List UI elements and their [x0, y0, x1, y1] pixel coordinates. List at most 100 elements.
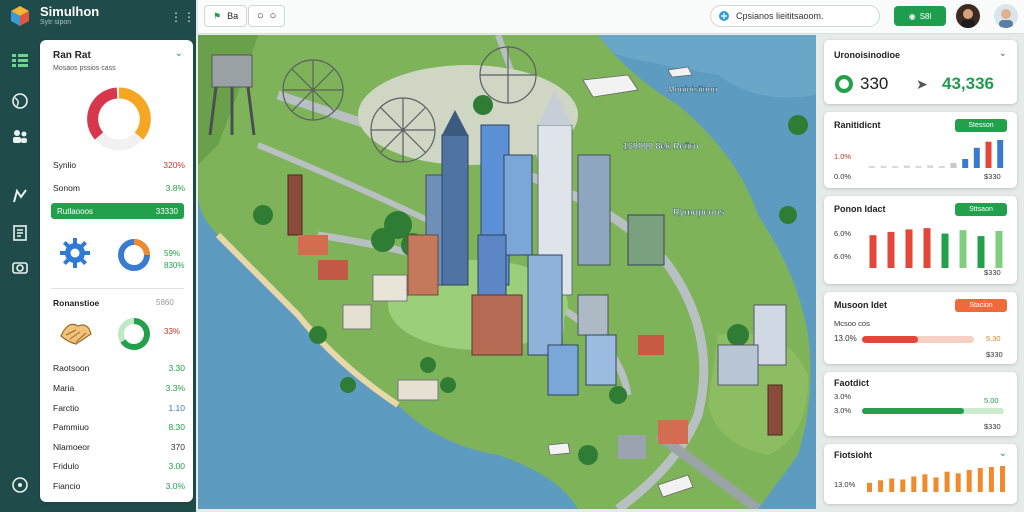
card-title: Uronoisinodioe [834, 50, 900, 60]
progress-fill [862, 336, 918, 343]
chart-icon[interactable] [9, 185, 31, 207]
progress-track [862, 336, 974, 343]
list-item-value: 370 [170, 442, 185, 452]
chart-bar [950, 163, 957, 168]
axis-top: 3.0% [834, 392, 852, 401]
go-button-label: S8l [919, 11, 932, 21]
map-label: Monioisiinon [668, 85, 717, 94]
stat-label: Synlio [53, 160, 77, 170]
toggle-icon: ◉ [908, 11, 916, 21]
chart-bar [938, 166, 945, 168]
grid-icon[interactable] [9, 50, 31, 72]
city-map[interactable]: Monioisiinon 160000 8ek Rciiro Rymopcoos [198, 35, 816, 509]
ring-value: 33% [164, 327, 181, 336]
mission-card[interactable]: Musoon Idet Stacion Mcsoo cos 13.0% 5.30… [824, 292, 1017, 364]
list-item[interactable]: Fridulo 3.00 [53, 460, 185, 472]
list-item[interactable]: Maria 3.3% [53, 382, 185, 394]
coin-icon [835, 75, 853, 93]
axis-right: $330 [984, 172, 1001, 181]
chevron-down-icon[interactable]: ⌄ [999, 48, 1007, 59]
factory-card[interactable]: Faotdict 3.0% 3.0% 5.00 $330 [824, 372, 1017, 436]
list-item-value: 3.3% [165, 383, 185, 393]
forecast-card[interactable]: Fiotsioht ⌄ 13.0% [824, 444, 1017, 504]
map-label: 160000 8ek Rciiro [623, 141, 699, 151]
chart-bar [927, 165, 934, 168]
stat-value: 320% [163, 160, 185, 170]
city-map-canvas[interactable]: Monioisiinon 160000 8ek Rciiro Rymopcoos [198, 35, 816, 509]
rail-menu-icon[interactable]: ⋮⋮ [170, 10, 196, 24]
status-badge[interactable]: Sttsaon [955, 203, 1007, 216]
revenue-card[interactable]: Ranitidicnt Stesson 1.0% 0.0% $330 [824, 112, 1017, 188]
help-icon[interactable] [9, 474, 31, 496]
power-card[interactable]: Ponon Idact Sttsaon 6.0% 6.0% $330 [824, 196, 1017, 284]
chart-bar [985, 141, 992, 168]
list-item-label: Pammiuo [53, 422, 89, 432]
avatar[interactable] [956, 4, 980, 28]
section-value: 5860 [156, 298, 174, 307]
revenue-chart [868, 140, 1004, 168]
toggle-button[interactable]: ○ ○ [248, 5, 286, 27]
axis-bottom: 6.0% [834, 252, 852, 261]
chart-bar [911, 476, 917, 492]
list-item-value: 8.30 [168, 422, 185, 432]
chart-bar [867, 482, 872, 492]
people-icon[interactable] [9, 125, 31, 147]
progress-ring [118, 318, 150, 350]
chart-bar [880, 165, 887, 168]
status-badge[interactable]: Stesson [955, 119, 1007, 132]
chart-bar [915, 166, 922, 168]
list-item[interactable]: Pammiuo 8.30 [53, 421, 185, 433]
go-button[interactable]: ◉ S8l [894, 6, 946, 26]
map-label: Rymopcoos [673, 207, 725, 217]
summary-bar[interactable]: Rutlaooos 33330 [51, 203, 184, 219]
population-card[interactable]: Uronoisinodioe ⌄ 330 ➤ 43,336 [824, 40, 1017, 104]
chevron-down-icon[interactable]: ⌄ [175, 48, 183, 59]
search-input[interactable]: Cpsianos lieititsaoom. [710, 5, 880, 27]
list-item[interactable]: Fiancio 3.0% [53, 480, 185, 492]
list-item-value: 3.00 [168, 461, 185, 471]
card-title: Faotdict [834, 378, 869, 388]
document-icon[interactable] [9, 222, 31, 244]
axis-right: $330 [984, 422, 1001, 431]
avatar[interactable] [994, 4, 1018, 28]
card-title: Ponon Idact [834, 204, 886, 214]
circle-icon: ○ [269, 10, 277, 22]
globe-icon[interactable] [9, 90, 31, 112]
chart-bar [973, 147, 980, 168]
chart-bar [887, 231, 895, 268]
summary-bar-value: 33330 [155, 206, 178, 216]
axis-top: 6.0% [834, 229, 852, 238]
axis-bottom: 3.0% [834, 406, 852, 415]
list-item[interactable]: Nlamoeor 370 [53, 441, 185, 453]
chevron-down-icon[interactable]: ⌄ [999, 448, 1007, 459]
chart-bar [903, 165, 910, 168]
view-button-label: Ba [227, 11, 239, 21]
power-chart [869, 228, 1003, 268]
flag-icon: ⚑ [213, 10, 222, 21]
chart-bar [889, 478, 895, 492]
chart-bar [988, 467, 994, 492]
axis-right: $330 [984, 268, 1001, 277]
chart-bar [962, 159, 969, 168]
chart-bar [892, 166, 899, 168]
arrow-right-icon: ➤ [916, 76, 928, 92]
card-title: Fiotsioht [834, 450, 872, 460]
progress-fill [862, 408, 965, 414]
list-item-label: Raotsoon [53, 363, 90, 373]
gear-icon[interactable] [59, 237, 91, 269]
panel-title: Ran Rat [53, 50, 91, 61]
chart-bar [922, 474, 928, 492]
status-badge[interactable]: Stacion [955, 299, 1007, 312]
view-button[interactable]: ⚑ Ba [204, 5, 248, 27]
donut-chart [118, 239, 150, 271]
stats-panel: Ran Rat Mosaos pssios cass ⌄ Synlio 320%… [40, 40, 193, 502]
chart-bar [997, 140, 1004, 168]
camera-icon[interactable] [9, 256, 31, 278]
list-item-value: 3.0% [165, 481, 185, 491]
list-item[interactable]: Raotsoon 3.30 [53, 362, 185, 374]
primary-value: 330 [860, 74, 889, 93]
panel-subtitle: Mosaos pssios cass [53, 65, 116, 72]
chart-bar [900, 479, 906, 492]
gauge-chart [87, 87, 151, 151]
list-item[interactable]: Farctio 1.10 [53, 402, 185, 414]
